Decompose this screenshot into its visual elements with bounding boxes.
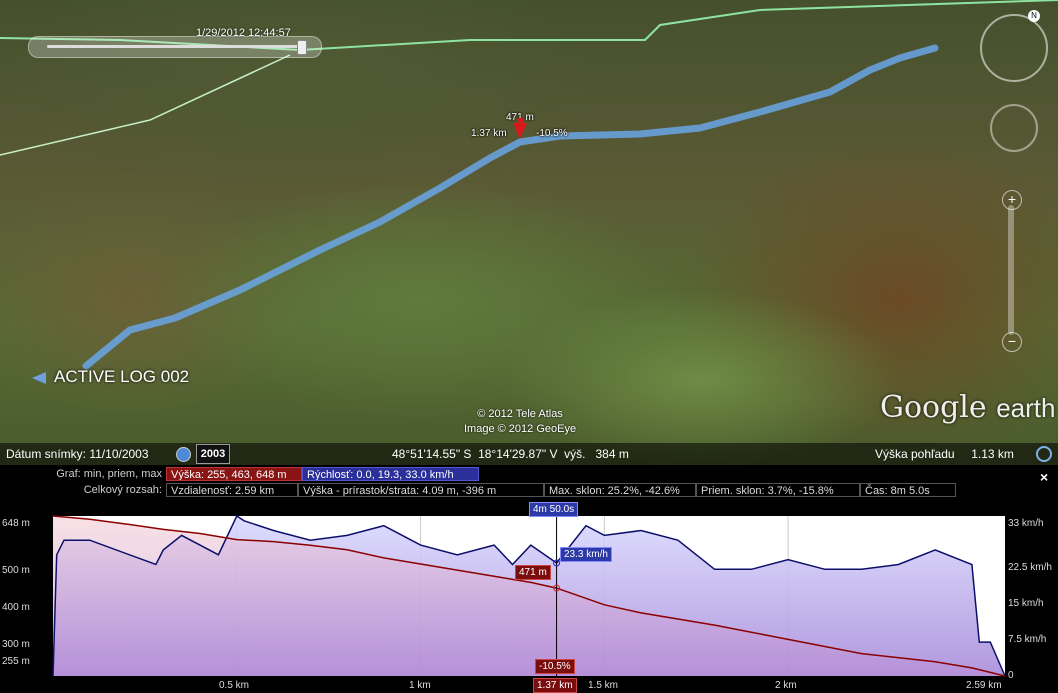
left-tick-2: 400 m [2, 602, 30, 613]
right-tick-3: 7.5 km/h [1008, 634, 1047, 645]
active-log-placemark[interactable]: ACTIVE LOG 002 [32, 367, 189, 387]
look-joystick-icon[interactable] [980, 14, 1048, 82]
right-tick-1: 22.5 km/h [1008, 562, 1052, 573]
position-marker-arrow-icon[interactable] [513, 123, 527, 139]
copyright-line1: © 2012 Tele Atlas [477, 408, 563, 420]
cursor-distance-tag: 1.37 km [533, 678, 577, 693]
eye-altitude-icon [1036, 446, 1052, 462]
time-slider-thumb[interactable] [297, 40, 307, 55]
x-tick-1: 1 km [409, 680, 431, 691]
right-tick-2: 15 km/h [1008, 598, 1044, 609]
imagery-date: Dátum snímky: 11/10/2003 [6, 447, 149, 461]
logo-word1: Google [880, 390, 987, 425]
eye-altitude: Výška pohľadu 1.13 km [875, 447, 1014, 461]
zoom-out-icon[interactable]: − [1002, 332, 1022, 352]
x-tick-3: 2 km [775, 680, 797, 691]
x-tick-2: 1.5 km [588, 680, 619, 691]
active-log-label: ACTIVE LOG 002 [54, 367, 190, 386]
imagery-year-button[interactable]: 2003 [196, 444, 230, 464]
track-path[interactable] [82, 44, 939, 370]
copyright: © 2012 Tele Atlas Image © 2012 GeoEye [464, 407, 576, 437]
marker-slope: -10.5% [536, 128, 568, 139]
left-tick-1: 500 m [2, 565, 30, 576]
left-tick-3: 300 m [2, 639, 30, 650]
right-tick-0: 33 km/h [1008, 518, 1044, 529]
x-tick-0: 0.5 km [219, 680, 250, 691]
copyright-line2: Image © 2012 GeoEye [464, 423, 577, 435]
placemark-arrow-icon [32, 371, 46, 384]
navigation-controls[interactable]: N + − [976, 10, 1048, 360]
elevation-profile-panel: Graf: min, priem, max Výška: 255, 463, 6… [0, 465, 1058, 693]
coordinates: 48°51'14.55" S 18°14'29.87" V výš. 384 m [392, 447, 629, 461]
time-slider-track[interactable] [47, 45, 301, 48]
time-slider[interactable] [28, 36, 322, 58]
time-slider-label: 1/29/2012 12:44:57 [196, 27, 291, 39]
left-tick-0: 648 m [2, 518, 30, 529]
north-icon[interactable]: N [1028, 10, 1040, 22]
historical-imagery-icon[interactable] [176, 447, 191, 462]
x-tick-4: 2.59 km [966, 680, 1002, 691]
cursor-speed-tag: 23.3 km/h [560, 547, 612, 562]
right-tick-4: 0 [1008, 670, 1014, 681]
map-view[interactable]: 1/29/2012 12:44:57 471 m 1.37 km -10.5% … [0, 0, 1058, 465]
cursor-slope-tag: -10.5% [535, 659, 575, 674]
road-line [0, 54, 291, 156]
marker-distance: 1.37 km [471, 128, 507, 139]
cursor-elevation-tag: 471 m [515, 565, 551, 580]
left-tick-4: 255 m [2, 656, 30, 667]
status-bar: Dátum snímky: 11/10/2003 2003 48°51'14.5… [0, 443, 1058, 465]
move-joystick-icon[interactable] [990, 104, 1038, 152]
google-earth-logo: Google earth [880, 390, 1055, 425]
zoom-slider[interactable] [1008, 205, 1014, 335]
logo-word2: earth [996, 393, 1056, 423]
cursor-time-tag: 4m 50.0s [529, 502, 579, 517]
